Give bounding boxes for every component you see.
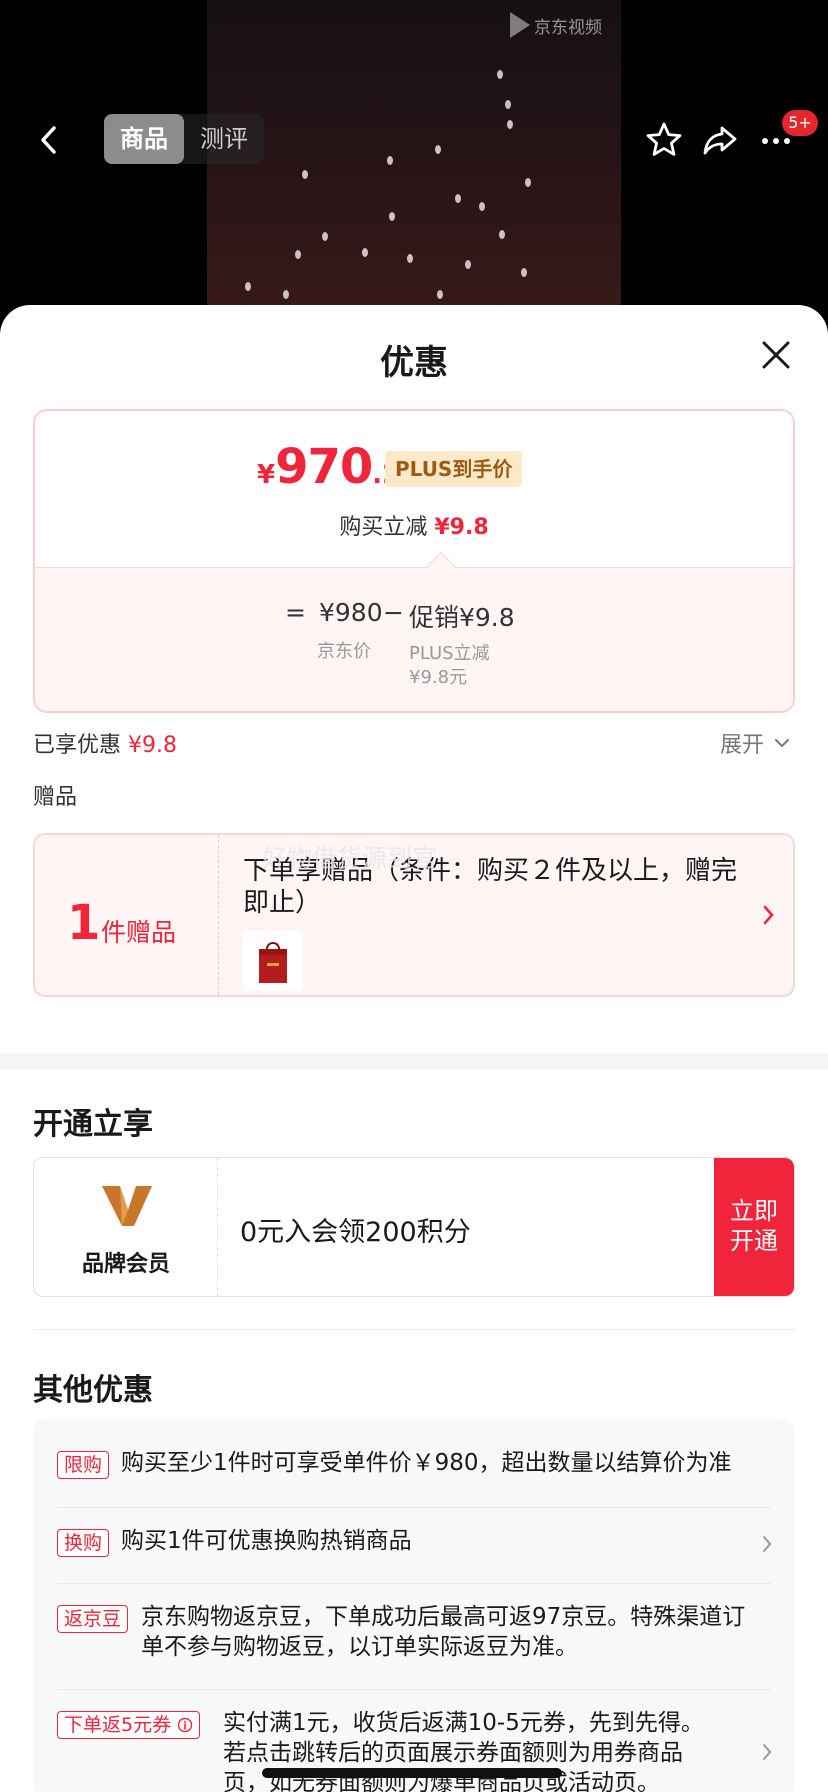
instant-reduce: 购买立减 ¥9.8: [35, 509, 793, 541]
gift-count-panel: 1 件赠品: [35, 835, 219, 995]
gift-section-label: 赠品: [33, 785, 78, 810]
expand-label: 展开: [720, 733, 765, 758]
section-divider: [0, 1053, 828, 1069]
promo-divider: [57, 1583, 771, 1584]
join-now-button[interactable]: 立即 开通: [714, 1158, 794, 1296]
plus-price-tag: PLUS到手价: [385, 451, 523, 487]
play-logo-icon: [510, 12, 530, 38]
top-nav-bar: 商品 测评 5+: [0, 100, 828, 180]
discount-sheet: 优惠 ¥ 970 .2 PLUS到手价 购买立减 ¥9.8 = ¥980 − 促…: [0, 305, 828, 1792]
equals-sign: =: [285, 598, 306, 627]
price-currency: ¥: [257, 460, 276, 490]
info-icon[interactable]: [177, 1717, 193, 1733]
chevron-right-icon: [763, 905, 774, 925]
promo-item-exchange[interactable]: 换购 购买1件可优惠换购热销商品: [57, 1528, 777, 1559]
promo-item-limit: 限购 购买至少1件时可享受单件价￥980，超出数量以结算价为准: [57, 1450, 777, 1481]
gift-unit: 件赠品: [101, 918, 177, 947]
open-section-title: 开通立享: [33, 1107, 153, 1142]
video-watermark: 京东视频: [510, 12, 602, 38]
promo-text-line2: 单不参与购物返豆，以订单实际返豆为准。: [141, 1634, 578, 1660]
promo-tag: 下单返5元券: [64, 1714, 172, 1736]
jd-price-value: ¥980: [319, 598, 383, 627]
promo-divider: [57, 1507, 771, 1508]
member-logo-panel: 品牌会员: [34, 1158, 218, 1296]
brand-member-card[interactable]: 品牌会员 0元入会领200积分 立即 开通: [33, 1157, 795, 1297]
brand-v-logo-icon: [102, 1186, 152, 1226]
product-tabs: 商品 测评: [104, 114, 264, 164]
instant-reduce-label: 购买立减: [339, 515, 428, 540]
promo-text-line1: 京东购物返京豆，下单成功后最高可返97京豆。特殊渠道订: [141, 1604, 746, 1630]
promo-tag: 返京豆: [57, 1605, 129, 1633]
join-button-line2: 开通: [730, 1227, 778, 1255]
tab-product[interactable]: 商品: [104, 114, 184, 164]
promo-text: 购买1件可优惠换购热销商品: [121, 1528, 412, 1554]
enjoyed-discount: 已享优惠 ¥9.8: [33, 727, 177, 759]
member-offer-text: 0元入会领200积分: [240, 1217, 471, 1248]
price-integer: 970: [275, 439, 373, 495]
close-icon[interactable]: [758, 337, 794, 373]
final-price: ¥ 970 .2: [257, 439, 400, 495]
price-summary: ¥ 970 .2 PLUS到手价 购买立减 ¥9.8: [35, 411, 793, 567]
chevron-down-icon: [775, 739, 790, 748]
price-breakdown-card: ¥ 970 .2 PLUS到手价 购买立减 ¥9.8 = ¥980 − 促销¥9…: [33, 409, 795, 713]
promo-text-line2: 若点击跳转后的页面展示券面额则为用券商品: [223, 1740, 683, 1766]
member-label: 品牌会员: [81, 1252, 170, 1277]
chevron-right-icon: [763, 1744, 772, 1760]
gift-count: 1: [67, 895, 101, 951]
home-indicator[interactable]: [262, 1768, 562, 1778]
share-icon[interactable]: [700, 120, 740, 160]
plus-reduce-label: PLUS立减: [409, 643, 490, 664]
promo-text: 购买至少1件时可享受单件价￥980，超出数量以结算价为准: [121, 1450, 732, 1476]
back-arrow-icon[interactable]: [34, 120, 64, 160]
promo-item-coupon[interactable]: 下单返5元券 实付满1元，收货后返满10-5元券，先到先得。 若点击跳转后的页面…: [57, 1710, 777, 1792]
promo-value: 促销¥9.8: [409, 603, 515, 632]
promo-divider: [57, 1689, 771, 1690]
promo-text-line1: 实付满1元，收货后返满10-5元券，先到先得。: [223, 1710, 704, 1736]
watermark-text: 京东视频: [534, 17, 602, 38]
promo-tag: 限购: [57, 1451, 110, 1479]
instant-reduce-amount: ¥9.8: [434, 515, 489, 540]
minus-sign: −: [383, 598, 404, 627]
gift-bag-icon: [259, 942, 287, 983]
join-button-line1: 立即: [730, 1197, 778, 1225]
promo-tag-with-info: 下单返5元券: [57, 1711, 201, 1739]
tab-review[interactable]: 测评: [184, 114, 264, 164]
jd-price-label: 京东价: [317, 641, 371, 662]
promo-tag: 换购: [57, 1529, 110, 1557]
chevron-right-icon: [763, 1536, 772, 1552]
message-count-badge: 5+: [782, 110, 818, 136]
star-favorite-icon[interactable]: [644, 120, 684, 160]
other-section-title: 其他优惠: [33, 1373, 153, 1408]
gift-bag-image: [243, 931, 303, 991]
promo-item-jingdou: 返京豆 京东购物返京豆，下单成功后最高可返97京豆。特殊渠道订 单不参与购物返豆…: [57, 1604, 777, 1665]
section-line: [33, 1329, 795, 1330]
expand-button[interactable]: 展开: [720, 727, 790, 759]
price-formula: = ¥980 − 促销¥9.8 京东价 PLUS立减 ¥9.8元: [35, 567, 793, 711]
plus-reduce-amount: ¥9.8元: [409, 667, 468, 688]
enjoyed-amount: ¥9.8: [128, 733, 177, 758]
enjoyed-label: 已享优惠: [33, 733, 122, 758]
sheet-title: 优惠: [380, 343, 448, 383]
overlay-watermark: 好物借货源到官: [262, 844, 438, 873]
other-promos-card: 限购 购买至少1件时可享受单件价￥980，超出数量以结算价为准 换购 购买1件可…: [33, 1419, 795, 1792]
